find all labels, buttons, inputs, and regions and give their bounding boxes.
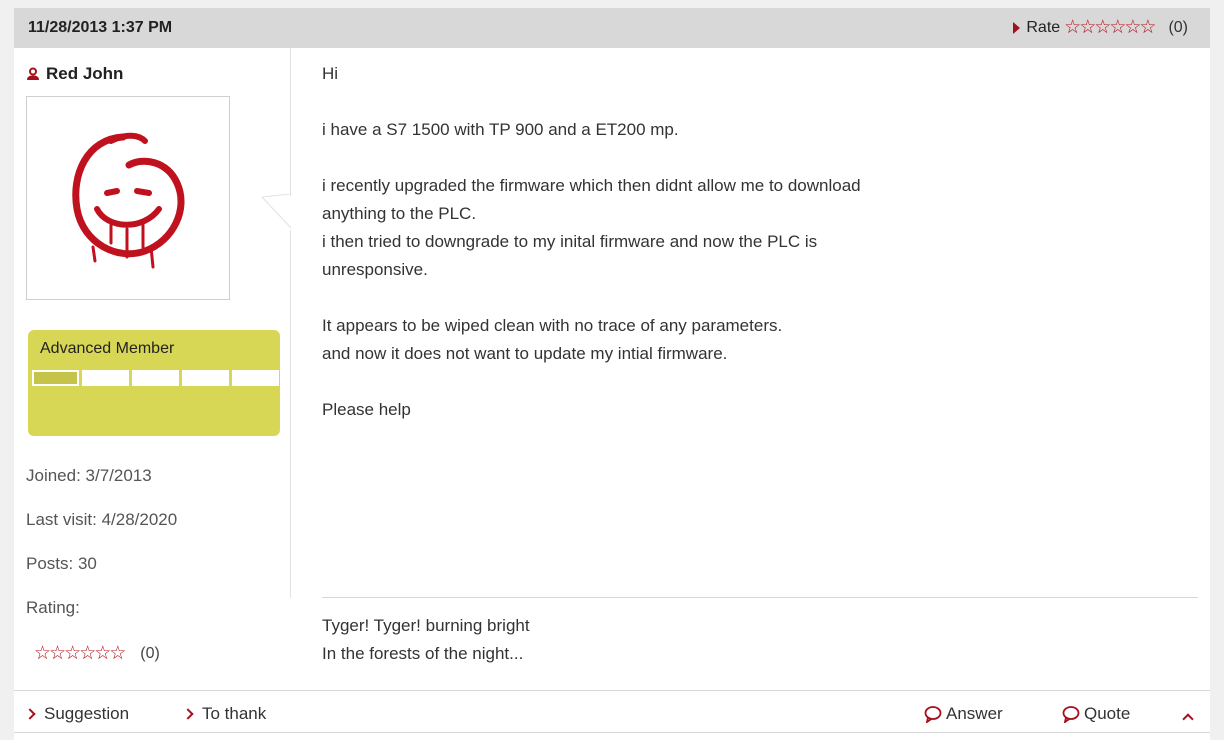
- bubble-border: [290, 48, 291, 196]
- footer-divider: [14, 732, 1210, 733]
- thank-link[interactable]: To thank: [182, 704, 267, 724]
- user-posts: Posts: 30: [26, 554, 97, 573]
- rank-segment: [182, 370, 229, 386]
- rank-label: Advanced Member: [40, 340, 175, 357]
- smiley-face-avatar: [72, 132, 185, 269]
- star-outline-icon[interactable]: ☆: [1064, 18, 1081, 37]
- star-outline-icon: ☆: [79, 643, 96, 664]
- speech-bubble-icon: [1062, 706, 1080, 723]
- chevron-up-icon[interactable]: [1182, 713, 1194, 725]
- message-line: anything to the PLC.: [322, 204, 477, 223]
- star-outline-icon[interactable]: ☆: [1094, 18, 1111, 37]
- message-blank-line: [322, 144, 1202, 172]
- user-info: Red John Advanced Member Joined: 3/7/201…: [14, 48, 304, 688]
- answer-button[interactable]: Answer: [924, 704, 1003, 724]
- rank-badge: Advanced Member: [28, 330, 280, 436]
- speech-bubble-icon: [924, 706, 942, 723]
- message-line: i recently upgraded the firmware which t…: [322, 176, 861, 195]
- message-line: Please help: [322, 400, 411, 419]
- star-outline-icon[interactable]: ☆: [1139, 18, 1156, 37]
- user-icon: [27, 67, 39, 80]
- forum-post: 11/28/2013 1:37 PM Rate ☆ ☆ ☆ ☆ ☆ ☆ (0) …: [14, 8, 1210, 740]
- rank-progress: [32, 370, 279, 386]
- post-header: 11/28/2013 1:37 PM Rate ☆ ☆ ☆ ☆ ☆ ☆ (0): [14, 8, 1210, 48]
- message-line: i have a S7 1500 with TP 900 and a ET200…: [322, 120, 679, 139]
- rank-segment: [232, 370, 279, 386]
- rank-segment: [82, 370, 129, 386]
- avatar: [26, 96, 230, 300]
- star-outline-icon[interactable]: ☆: [1109, 18, 1126, 37]
- footer-divider: [14, 690, 1210, 691]
- signature-line: Tyger! Tyger! burning bright: [322, 616, 530, 635]
- signature-line: In the forests of the night...: [322, 644, 524, 663]
- star-outline-icon: ☆: [64, 643, 81, 664]
- triangle-right-icon: [1013, 21, 1021, 34]
- message-blank-line: [322, 88, 1202, 116]
- rate-control[interactable]: Rate ☆ ☆ ☆ ☆ ☆ ☆ (0): [1013, 18, 1188, 37]
- username[interactable]: Red John: [26, 64, 123, 84]
- star-outline-icon[interactable]: ☆: [1079, 18, 1096, 37]
- post-message: Hi i have a S7 1500 with TP 900 and a ET2…: [322, 60, 1202, 424]
- message-line: unresponsive.: [322, 260, 428, 279]
- answer-label: Answer: [946, 704, 1003, 723]
- message-blank-line: [322, 284, 1202, 312]
- signature-divider: [322, 597, 1198, 598]
- user-rating-count: (0): [140, 644, 160, 662]
- rate-stars[interactable]: ☆ ☆ ☆ ☆ ☆ ☆: [1064, 18, 1156, 37]
- post-date: 11/28/2013 1:37 PM: [28, 19, 173, 36]
- star-outline-icon: ☆: [94, 643, 111, 664]
- user-joined: Joined: 3/7/2013: [26, 466, 152, 485]
- message-line: and now it does not want to update my in…: [322, 344, 728, 363]
- chevron-right-icon: [182, 708, 194, 720]
- rank-segment: [32, 370, 79, 386]
- quote-label: Quote: [1084, 704, 1131, 723]
- star-outline-icon: ☆: [49, 643, 66, 664]
- signature: Tyger! Tyger! burning bright In the fore…: [322, 612, 530, 668]
- post-footer: Suggestion To thank Answer Quote: [14, 698, 1210, 730]
- suggestion-link[interactable]: Suggestion: [24, 704, 130, 724]
- rank-segment: [132, 370, 179, 386]
- username-text: Red John: [46, 64, 124, 83]
- rate-count: (0): [1168, 18, 1188, 36]
- star-outline-icon[interactable]: ☆: [1124, 18, 1141, 37]
- suggestion-label: Suggestion: [44, 704, 130, 723]
- star-outline-icon: ☆: [34, 643, 51, 664]
- bubble-border: [290, 230, 291, 598]
- quote-button[interactable]: Quote: [1062, 704, 1130, 724]
- bubble-pointer: [260, 194, 292, 229]
- user-rating-stars: ☆ ☆ ☆ ☆ ☆ ☆: [34, 643, 126, 664]
- chevron-right-icon: [24, 708, 36, 720]
- message-line: i then tried to downgrade to my inital f…: [322, 232, 818, 251]
- user-rating: ☆ ☆ ☆ ☆ ☆ ☆ (0): [34, 644, 160, 663]
- message-blank-line: [322, 368, 1202, 396]
- message-line: Hi: [322, 64, 339, 83]
- star-outline-icon: ☆: [109, 643, 126, 664]
- user-rating-label: Rating:: [26, 598, 80, 617]
- message-line: It appears to be wiped clean with no tra…: [322, 316, 783, 335]
- rate-label: Rate: [1026, 18, 1061, 36]
- user-last-visit: Last visit: 4/28/2020: [26, 510, 178, 529]
- thank-label: To thank: [202, 704, 267, 723]
